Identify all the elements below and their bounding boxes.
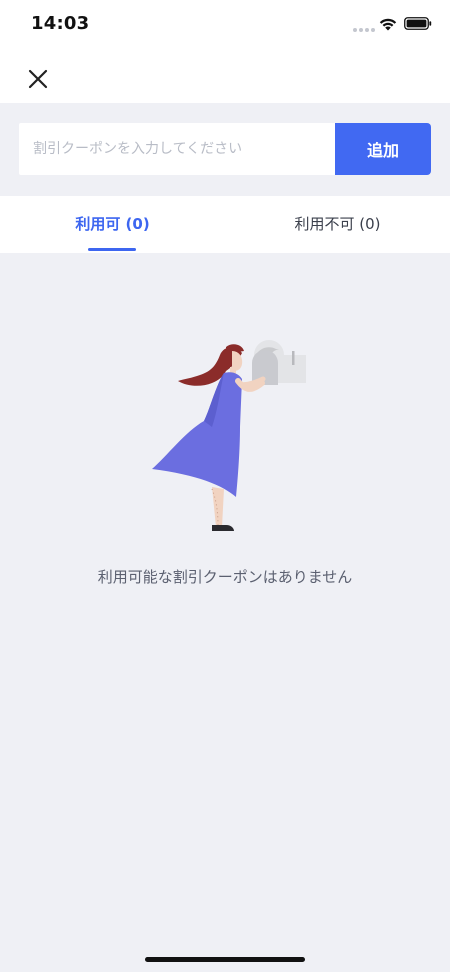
coupon-list-area: 利用可能な割引クーポンはありません [0,253,450,972]
wifi-icon [379,18,397,31]
status-bar: 14:03 [0,0,450,50]
battery-icon [404,17,432,30]
tab-available[interactable]: 利用可 (0) [0,196,225,253]
empty-mailbox-illustration [152,340,306,531]
coupon-tabs: 利用可 (0) 利用不可 (0) [0,196,450,253]
active-tab-indicator [88,248,136,251]
empty-state-message: 利用可能な割引クーポンはありません [97,568,353,586]
coupon-code-input[interactable] [19,123,335,175]
add-coupon-button[interactable]: 追加 [335,123,431,175]
nav-bar [0,50,450,103]
tab-unavailable[interactable]: 利用不可 (0) [225,196,450,253]
home-indicator [145,957,305,962]
close-icon[interactable] [24,65,52,93]
signal-icon [353,28,375,32]
status-time: 14:03 [31,13,90,34]
coupon-entry: 追加 [0,103,450,196]
